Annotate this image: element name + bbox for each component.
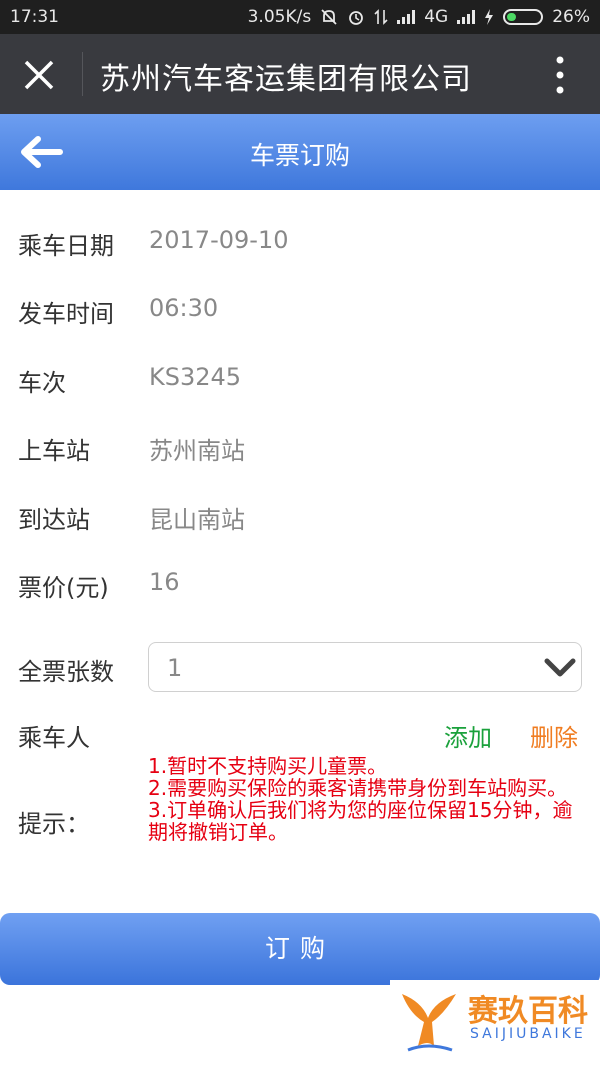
watermark-sub: SAIJIUBAIKE (470, 1026, 586, 1042)
ticket-count-value: 1 (167, 654, 183, 682)
chevron-down-icon (544, 658, 576, 677)
departure-time-value: 06:30 (149, 294, 219, 322)
departure-time-label: 发车时间 (18, 300, 114, 328)
status-icons: 3.05K/s 4G 26% (248, 7, 590, 27)
more-options-icon[interactable] (548, 54, 572, 96)
trip-row: 车次 KS3245 (18, 363, 241, 398)
signal-icon-2 (457, 10, 476, 24)
destination-value: 昆山南站 (149, 506, 245, 534)
date-label: 乘车日期 (18, 232, 114, 260)
status-time: 17:31 (10, 7, 59, 27)
tips-label: 提示： (18, 810, 90, 838)
tips-list: 1.暂时不支持购买儿童票。 2.需要购买保险的乘客请携带身份到车站购买。 3.订… (148, 755, 588, 843)
network-type: 4G (424, 7, 449, 27)
status-bar: 17:31 3.05K/s 4G 26% (0, 0, 600, 34)
battery-level: 26% (552, 7, 590, 27)
add-passenger-button[interactable]: 添加 (444, 718, 492, 753)
delete-passenger-button[interactable]: 删除 (530, 718, 578, 753)
price-value: 16 (149, 568, 180, 596)
order-button[interactable]: 订购 (0, 913, 600, 985)
tips-row: 提示： (18, 804, 90, 839)
full-ticket-row: 全票张数 (18, 652, 114, 687)
signal-icon (397, 10, 416, 24)
passenger-label: 乘车人 (18, 724, 90, 752)
departure-time-row: 发车时间 06:30 (18, 294, 218, 329)
close-icon[interactable] (16, 52, 62, 98)
header-title: 车票订购 (249, 141, 350, 170)
alarm-icon (349, 11, 364, 25)
date-value: 2017-09-10 (149, 226, 289, 254)
watermark: 赛玖百科 SAIJIUBAIKE (390, 980, 600, 1060)
mute-icon (321, 9, 337, 25)
charging-icon (485, 9, 494, 25)
full-ticket-label: 全票张数 (18, 658, 114, 686)
ticket-count-select[interactable]: 1 (148, 642, 582, 692)
boarding-row: 上车站 苏州南站 (18, 431, 245, 466)
price-label: 票价(元) (18, 574, 109, 602)
price-row: 票价(元) 16 (18, 568, 180, 603)
trip-value: KS3245 (149, 363, 242, 391)
destination-label: 到达站 (18, 506, 90, 534)
whale-tail-logo-icon (402, 994, 456, 1052)
network-speed: 3.05K/s (247, 7, 312, 27)
battery-icon (503, 9, 544, 25)
page-title: 苏州汽车客运集团有限公司 (100, 62, 472, 97)
title-divider (82, 52, 83, 96)
page-header: 车票订购 (0, 114, 600, 190)
date-row: 乘车日期 2017-09-10 (18, 226, 288, 261)
trip-label: 车次 (18, 369, 66, 397)
watermark-name: 赛玖百科 (468, 994, 588, 1029)
browser-title-bar: 苏州汽车客运集团有限公司 (0, 34, 600, 114)
destination-row: 到达站 昆山南站 (18, 500, 245, 535)
tip-item: 3.订单确认后我们将为您的座位保留15分钟，逾期将撤销订单。 (148, 798, 573, 844)
data-transfer-icon (374, 9, 388, 25)
tip-item: 1.暂时不支持购买儿童票。 (148, 754, 388, 778)
boarding-value: 苏州南站 (149, 437, 245, 465)
tip-item: 2.需要购买保险的乘客请携带身份到车站购买。 (148, 776, 568, 800)
passenger-row: 乘车人 (18, 718, 90, 753)
boarding-label: 上车站 (18, 437, 90, 465)
